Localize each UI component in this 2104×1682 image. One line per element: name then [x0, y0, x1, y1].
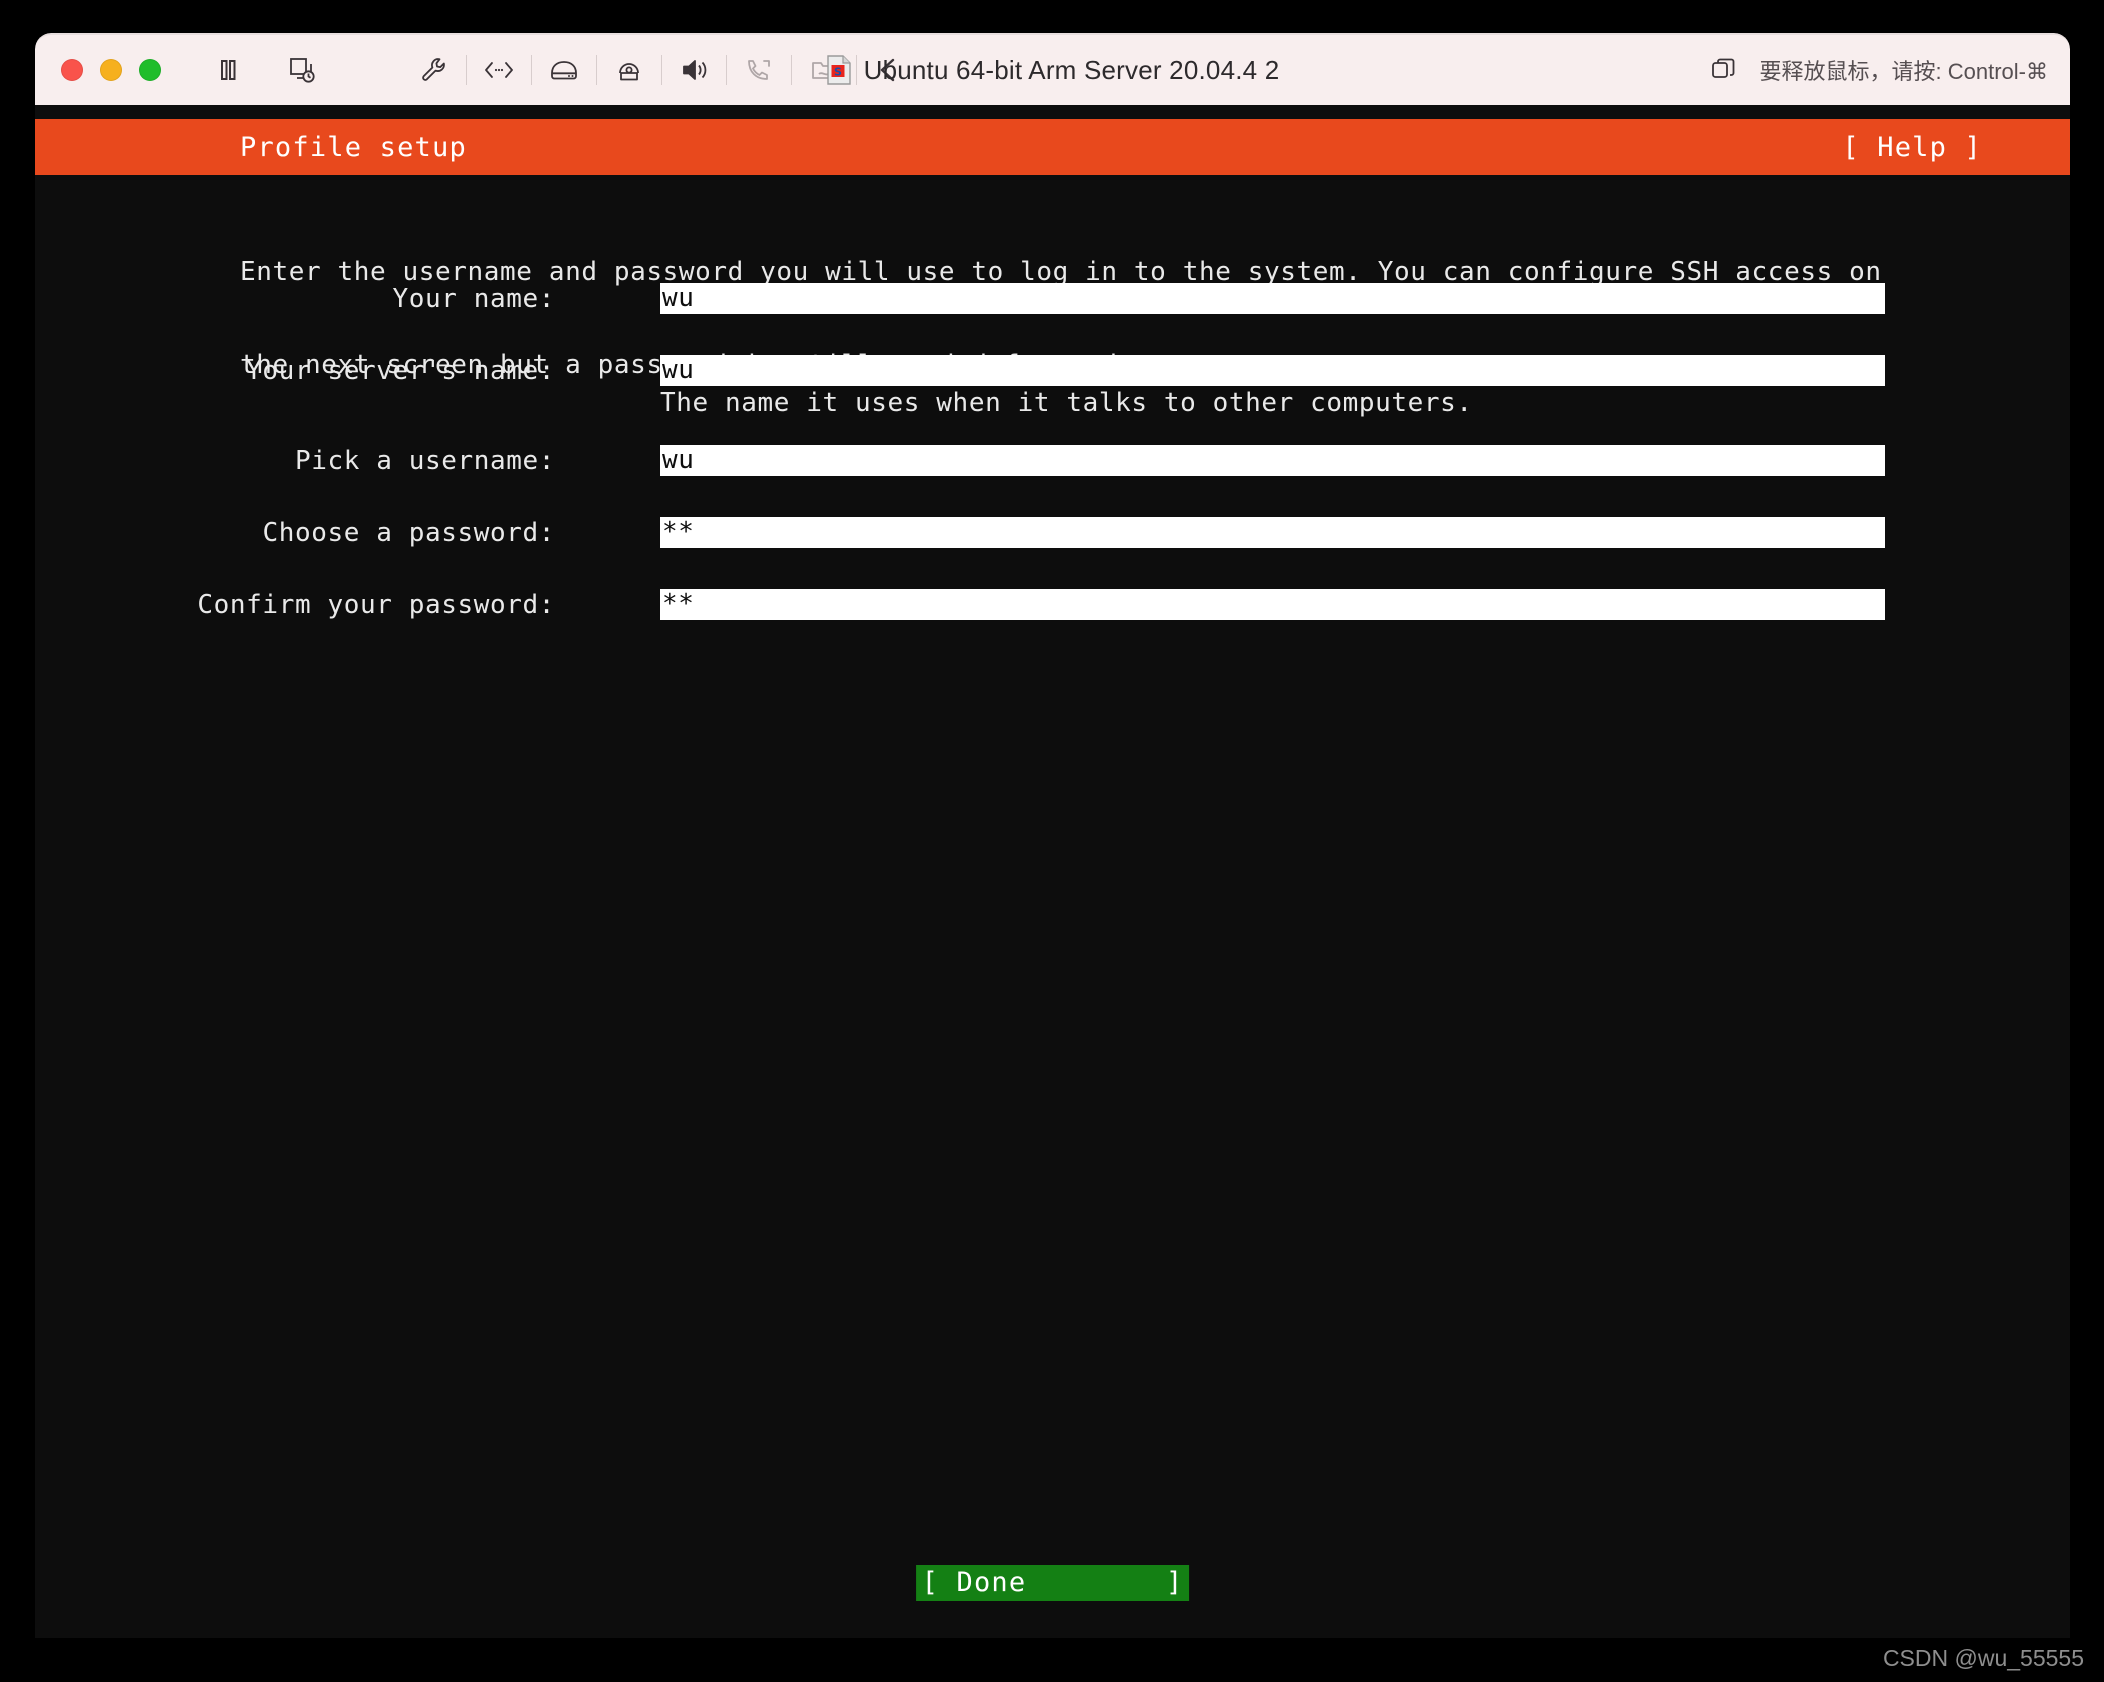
usb-phone-icon[interactable]: [736, 47, 782, 93]
input-your-name[interactable]: wu: [660, 283, 1885, 314]
label-username: Pick a username:: [294, 446, 555, 476]
input-password[interactable]: **: [660, 517, 1885, 548]
field-row-confirm-password: Confirm your password: **: [35, 589, 2070, 621]
release-mouse-hint: 要释放鼠标，请按: Control-⌘: [1759, 59, 2048, 84]
input-confirm-password[interactable]: **: [660, 589, 1885, 620]
field-row-server-name: Your server's name: wu The name it uses …: [35, 355, 2070, 418]
installer-header-bar: Profile setup [ Help ]: [35, 119, 2070, 175]
sound-icon[interactable]: [671, 47, 717, 93]
toolbar-divider: [726, 55, 727, 85]
window-mode-icon[interactable]: [1700, 47, 1746, 93]
close-window-button[interactable]: [61, 59, 83, 81]
toolbar-divider: [596, 55, 597, 85]
vm-screen: Profile setup [ Help ] Enter the usernam…: [35, 105, 2070, 1638]
traffic-lights: [61, 59, 161, 81]
vm-window: S Ubuntu 64-bit Arm Server 20.04.4 2 要释放…: [35, 33, 2070, 1638]
label-your-name: Your name:: [392, 284, 555, 314]
label-confirm-password: Confirm your password:: [197, 590, 555, 620]
vm-device-toolbar: [411, 47, 912, 93]
toolbar-divider: [531, 55, 532, 85]
hint-server-name: The name it uses when it talks to other …: [660, 388, 1473, 418]
field-row-username: Pick a username: wu: [35, 445, 2070, 477]
camera-icon[interactable]: [606, 47, 652, 93]
pause-icon[interactable]: [205, 47, 251, 93]
minimize-window-button[interactable]: [100, 59, 122, 81]
toolbar-divider: [791, 55, 792, 85]
hard-disk-icon[interactable]: [541, 47, 587, 93]
network-icon[interactable]: [476, 47, 522, 93]
window-title: Ubuntu 64-bit Arm Server 20.04.4 2: [863, 54, 1280, 85]
toolbar-divider: [466, 55, 467, 85]
vm-snapshot-controls: [279, 47, 325, 93]
watermark: CSDN @wu_55555: [1882, 1645, 2084, 1671]
help-button[interactable]: [ Help ]: [1842, 132, 1982, 163]
profile-setup-form: Your name: wu Your server's name: wu The…: [35, 283, 2070, 661]
label-server-name: Your server's name:: [246, 356, 555, 386]
field-row-your-name: Your name: wu: [35, 283, 2070, 315]
field-row-password: Choose a password: **: [35, 517, 2070, 549]
snapshot-icon[interactable]: [279, 47, 325, 93]
settings-wrench-icon[interactable]: [411, 47, 457, 93]
toolbar-divider: [661, 55, 662, 85]
done-button[interactable]: [ Done ]: [915, 1565, 1190, 1601]
shared-folder-icon[interactable]: [801, 47, 847, 93]
vm-power-controls: [205, 47, 251, 93]
page-title: Profile setup: [240, 131, 467, 163]
titlebar-right-group: 要释放鼠标，请按: Control-⌘: [1700, 35, 2048, 105]
maximize-window-button[interactable]: [139, 59, 161, 81]
input-username[interactable]: wu: [660, 445, 1885, 476]
label-password: Choose a password:: [262, 518, 555, 548]
input-server-name[interactable]: wu: [660, 355, 1885, 386]
toolbar-divider: [856, 55, 857, 85]
window-titlebar: S Ubuntu 64-bit Arm Server 20.04.4 2 要释放…: [35, 33, 2070, 105]
back-chevron-icon[interactable]: [866, 47, 912, 93]
